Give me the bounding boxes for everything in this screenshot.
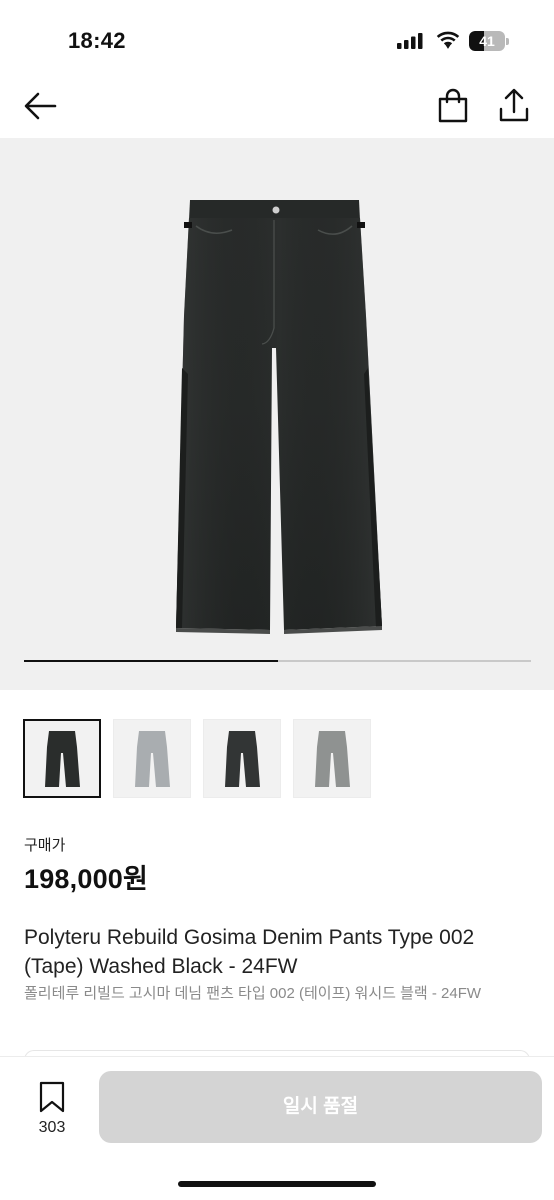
price-label: 구매가 bbox=[24, 837, 66, 854]
status-bar: 18:42 41 bbox=[0, 0, 554, 80]
thumbnail-1-image bbox=[45, 731, 80, 787]
thumbnail-3[interactable] bbox=[203, 719, 281, 798]
battery-icon: 41 bbox=[469, 31, 509, 51]
bookmark-icon bbox=[39, 1081, 65, 1113]
shopping-bag-icon[interactable] bbox=[436, 88, 470, 124]
gallery-progress-track bbox=[24, 660, 531, 662]
thumbnail-4-image bbox=[315, 731, 350, 787]
wifi-icon bbox=[436, 31, 460, 49]
product-photo bbox=[176, 200, 382, 634]
battery-level: 41 bbox=[479, 33, 495, 49]
wishlist-count: 303 bbox=[38, 1119, 66, 1136]
price: 198,000원 bbox=[24, 864, 149, 894]
product-image-gallery[interactable] bbox=[0, 138, 554, 690]
status-time: 18:42 bbox=[68, 28, 126, 53]
product-title-en: Polyteru Rebuild Gosima Denim Pants Type… bbox=[24, 926, 475, 978]
share-icon[interactable] bbox=[497, 87, 531, 125]
wishlist-button[interactable]: 303 bbox=[30, 1081, 74, 1145]
thumbnail-1[interactable] bbox=[23, 719, 101, 798]
back-arrow-icon[interactable] bbox=[22, 88, 58, 124]
thumbnail-2-image bbox=[135, 731, 170, 787]
gallery-progress-fill bbox=[24, 660, 278, 662]
battery-cap bbox=[506, 38, 509, 45]
thumbnail-4[interactable] bbox=[293, 719, 371, 798]
battery-body: 41 bbox=[469, 31, 505, 51]
thumbnail-strip bbox=[23, 719, 383, 799]
bottom-action-bar: 303 일시 품절 bbox=[0, 1056, 554, 1200]
sold-out-button[interactable]: 일시 품절 bbox=[99, 1071, 542, 1143]
product-title-ko: 폴리테루 리빌드 고시마 데님 팬츠 타입 002 (테이프) 워시드 블랙 -… bbox=[24, 985, 482, 1002]
signal-icon bbox=[397, 33, 423, 49]
thumbnail-2[interactable] bbox=[113, 719, 191, 798]
home-indicator bbox=[178, 1181, 376, 1187]
thumbnail-3-image bbox=[225, 731, 260, 787]
